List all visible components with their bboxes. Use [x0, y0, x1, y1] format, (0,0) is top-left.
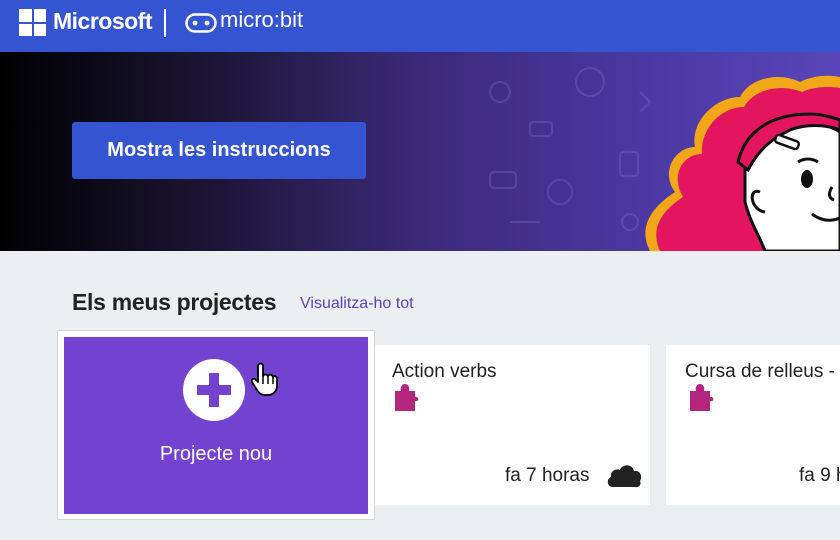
puzzle-icon	[690, 384, 714, 411]
project-last-edited: fa 7 horas	[505, 465, 590, 486]
project-card[interactable]: Action verbs fa 7 horas	[375, 345, 650, 505]
cloud-icon	[607, 465, 642, 488]
new-project-card[interactable]: Projecte nou	[64, 337, 368, 514]
microsoft-brand-text[interactable]: Microsoft	[53, 8, 153, 35]
microbit-logo-icon[interactable]	[185, 13, 217, 33]
character-illustration	[645, 75, 840, 251]
hand-pointer-cursor-icon	[251, 362, 278, 396]
view-all-link[interactable]: Visualitza-ho tot	[300, 295, 414, 313]
header-divider	[164, 9, 166, 37]
project-card[interactable]: Cursa de relleus - C fa 9 h	[666, 345, 840, 505]
show-instructions-button[interactable]: Mostra les instruccions	[72, 122, 366, 179]
project-last-edited: fa 9 h	[799, 465, 840, 486]
hero-banner: Mostra les instruccions	[0, 52, 840, 251]
microsoft-logo-icon[interactable]	[19, 9, 46, 36]
project-title: Cursa de relleus - C	[685, 361, 840, 382]
microbit-brand-text[interactable]: micro:bit	[220, 7, 303, 33]
new-project-label: Projecte nou	[159, 443, 273, 465]
top-bar: Microsoft micro:bit	[0, 0, 840, 52]
puzzle-icon	[395, 384, 419, 411]
project-title: Action verbs	[392, 361, 497, 382]
my-projects-heading: Els meus projectes	[72, 289, 277, 315]
plus-icon	[183, 359, 245, 421]
